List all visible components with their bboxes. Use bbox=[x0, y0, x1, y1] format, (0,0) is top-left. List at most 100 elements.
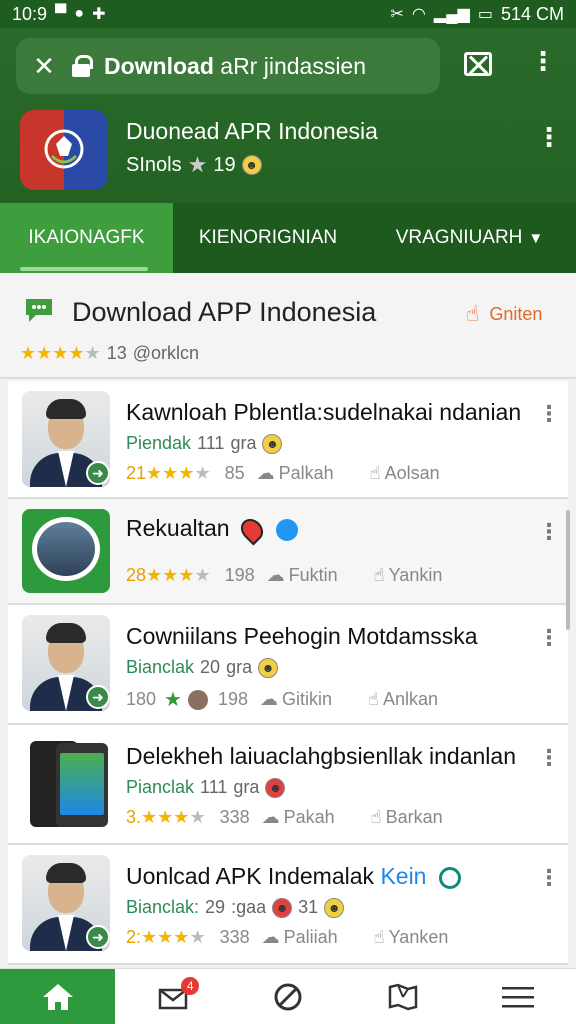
smiley-icon: ☻ bbox=[241, 155, 262, 175]
section-action-button[interactable]: ☝ Gniten bbox=[466, 301, 542, 327]
comment-icon: ☁ bbox=[261, 927, 280, 947]
mail-icon[interactable] bbox=[464, 52, 492, 76]
rating-stars: ★★★★ bbox=[146, 463, 211, 483]
nav-map[interactable] bbox=[346, 969, 461, 1024]
close-icon[interactable]: ✕ bbox=[30, 51, 58, 82]
tools-icon: ✂ bbox=[390, 6, 404, 23]
item-title: Rekualtan bbox=[126, 514, 299, 546]
more-options-icon[interactable]: ⋮ bbox=[538, 627, 560, 649]
item-stats: 180 ★ 198 ☁ Gitikin ☝ Anlkan bbox=[126, 689, 439, 711]
comment-icon: ☁ bbox=[260, 689, 279, 709]
avatar bbox=[187, 689, 208, 710]
thumb-up-icon: ☝ bbox=[368, 689, 380, 709]
like-button[interactable]: ☝ Anlkan bbox=[368, 689, 438, 710]
star-icon: ★ bbox=[187, 152, 208, 177]
item-thumbnail bbox=[22, 735, 110, 831]
share-button[interactable]: ☁ Pakah bbox=[262, 807, 335, 828]
like-button[interactable]: ☝ Yankin bbox=[374, 565, 443, 586]
item-stats: 28 ★★★★ 198 ☁ Fuktin ☝ Yankin bbox=[126, 565, 443, 586]
tab-first[interactable]: IKAIONAGFK bbox=[0, 203, 173, 273]
share-button[interactable]: ☁ Gitikin bbox=[260, 689, 332, 710]
wifi-icon: ◠ bbox=[411, 6, 426, 23]
like-button[interactable]: ☝ Aolsan bbox=[370, 463, 440, 484]
battery-icon: ▭ bbox=[477, 6, 493, 23]
status-time: 10:9 bbox=[12, 3, 48, 24]
more-options-icon[interactable]: ⋮ bbox=[538, 403, 560, 425]
list-item[interactable]: ➜ Kawnloah Pblentla:sudelnakai ndanian P… bbox=[8, 381, 568, 499]
app-more-icon[interactable]: ⋮ bbox=[536, 124, 562, 150]
list-item[interactable]: ➜ Uonlcad APK Indemalak Kein Bianclak: 2… bbox=[8, 845, 568, 965]
rating-stars: ★★★★ bbox=[141, 927, 206, 947]
chat-icon bbox=[26, 299, 52, 322]
url-text[interactable]: Download aRr jindassien bbox=[104, 53, 366, 80]
smiley-icon: ☻ bbox=[258, 657, 279, 678]
list-item[interactable]: ➜ Cowniilans Peehogin Motdamsska Biancla… bbox=[8, 605, 568, 725]
url-bar[interactable]: ✕ Download aRr jindassien bbox=[16, 38, 440, 94]
thumb-up-icon: ☝ bbox=[466, 301, 480, 326]
tab-third[interactable]: VRAGNIUARH ▼ bbox=[363, 203, 576, 273]
verified-icon: ➜ bbox=[86, 925, 110, 949]
lock-icon bbox=[72, 55, 93, 77]
like-button[interactable]: ☝ Yanken bbox=[374, 927, 449, 948]
share-button[interactable]: ☁ Palkah bbox=[257, 463, 334, 484]
app-title: Duonead APR Indonesia bbox=[126, 118, 378, 144]
nav-menu[interactable] bbox=[461, 969, 576, 1024]
rating-stars: ★★★★ bbox=[146, 565, 211, 585]
like-button[interactable]: ☝ Barkan bbox=[371, 807, 443, 828]
app-logo bbox=[20, 110, 108, 190]
more-options-icon[interactable]: ⋮ bbox=[538, 867, 560, 889]
app-subtitle: SInols ★ 19 ☻ bbox=[126, 152, 262, 178]
message-icon: ▀ bbox=[55, 5, 67, 22]
item-title: Uonlcad APK Indemalak Kein bbox=[126, 863, 461, 890]
block-icon bbox=[274, 983, 302, 1011]
share-button[interactable]: ☁ Fuktin bbox=[267, 565, 338, 586]
plus-icon: ✚ bbox=[92, 6, 106, 23]
section-header: Download APP Indonesia ☝ Gniten ★★★★★ 13… bbox=[0, 273, 576, 379]
emblem-icon bbox=[44, 129, 84, 169]
home-icon bbox=[42, 984, 73, 1010]
status-text: 514 CM bbox=[500, 3, 564, 24]
mail-badge: 4 bbox=[181, 977, 200, 995]
smiley-icon: ☻ bbox=[262, 433, 283, 454]
item-meta: Bianclak: 29 :gaa ☻ 31 ☻ bbox=[126, 897, 345, 918]
app-list: ➜ Kawnloah Pblentla:sudelnakai ndanian P… bbox=[8, 381, 568, 965]
more-options-icon[interactable]: ⋮ bbox=[538, 521, 560, 543]
scrollbar[interactable] bbox=[566, 510, 570, 630]
tab-second[interactable]: KIENORIGNIAN bbox=[173, 203, 363, 273]
comment-icon: ☁ bbox=[266, 565, 285, 585]
more-options-icon[interactable]: ⋮ bbox=[538, 747, 560, 769]
map-icon bbox=[388, 983, 418, 1011]
nav-block[interactable] bbox=[230, 969, 345, 1024]
verified-badge-icon bbox=[276, 518, 299, 541]
comment-icon: ☁ bbox=[261, 807, 280, 827]
thumb-up-icon: ☝ bbox=[373, 927, 385, 947]
list-item[interactable]: Rekualtan 28 ★★★★ 198 ☁ Fuktin ☝ Yankin ⋮ bbox=[8, 499, 568, 605]
bottom-nav: 4 bbox=[0, 968, 576, 1024]
item-thumbnail bbox=[22, 509, 110, 593]
pin-icon bbox=[236, 514, 268, 546]
menu-icon bbox=[502, 987, 535, 1008]
item-title: Cowniilans Peehogin Motdamsska bbox=[126, 623, 478, 649]
tab-bar: IKAIONAGFK KIENORIGNIAN VRAGNIUARH ▼ bbox=[0, 203, 576, 273]
item-stats: 21 ★★★★ 85 ☁ Palkah ☝ Aolsan bbox=[126, 463, 440, 484]
notification-icon: ● bbox=[74, 5, 85, 22]
item-meta: Piendak 111 gra ☻ bbox=[126, 433, 283, 454]
share-button[interactable]: ☁ Paliiah bbox=[262, 927, 338, 948]
thumb-up-icon: ☝ bbox=[369, 463, 381, 483]
section-rating: ★★★★★ 13 @orklcn bbox=[20, 343, 200, 363]
list-item[interactable]: Delekheh laiuaclahgbsienllak indanlan Pi… bbox=[8, 725, 568, 845]
item-stats: 2: ★★★★ 338 ☁ Paliiah ☝ Yanken bbox=[126, 927, 449, 948]
star-icon: ★ bbox=[164, 689, 182, 711]
app-rating: 19 bbox=[213, 153, 236, 176]
comment-icon: ☁ bbox=[256, 463, 275, 483]
smiley-icon: ☻ bbox=[265, 777, 286, 798]
signal-icon: ▂▄▆ bbox=[433, 6, 470, 23]
nav-mail[interactable]: 4 bbox=[115, 969, 230, 1024]
more-options-icon[interactable]: ⋮ bbox=[530, 48, 556, 74]
item-title: Delekheh laiuaclahgbsienllak indanlan bbox=[126, 743, 517, 769]
verified-icon: ➜ bbox=[86, 685, 110, 709]
nav-home[interactable] bbox=[0, 969, 116, 1024]
thumb-up-icon: ☝ bbox=[370, 807, 382, 827]
status-bar: 10:9 ▀ ● ✚ ✂ ◠ ▂▄▆ ▭ 514 CM bbox=[0, 0, 576, 28]
section-title: Download APP Indonesia bbox=[72, 297, 377, 327]
